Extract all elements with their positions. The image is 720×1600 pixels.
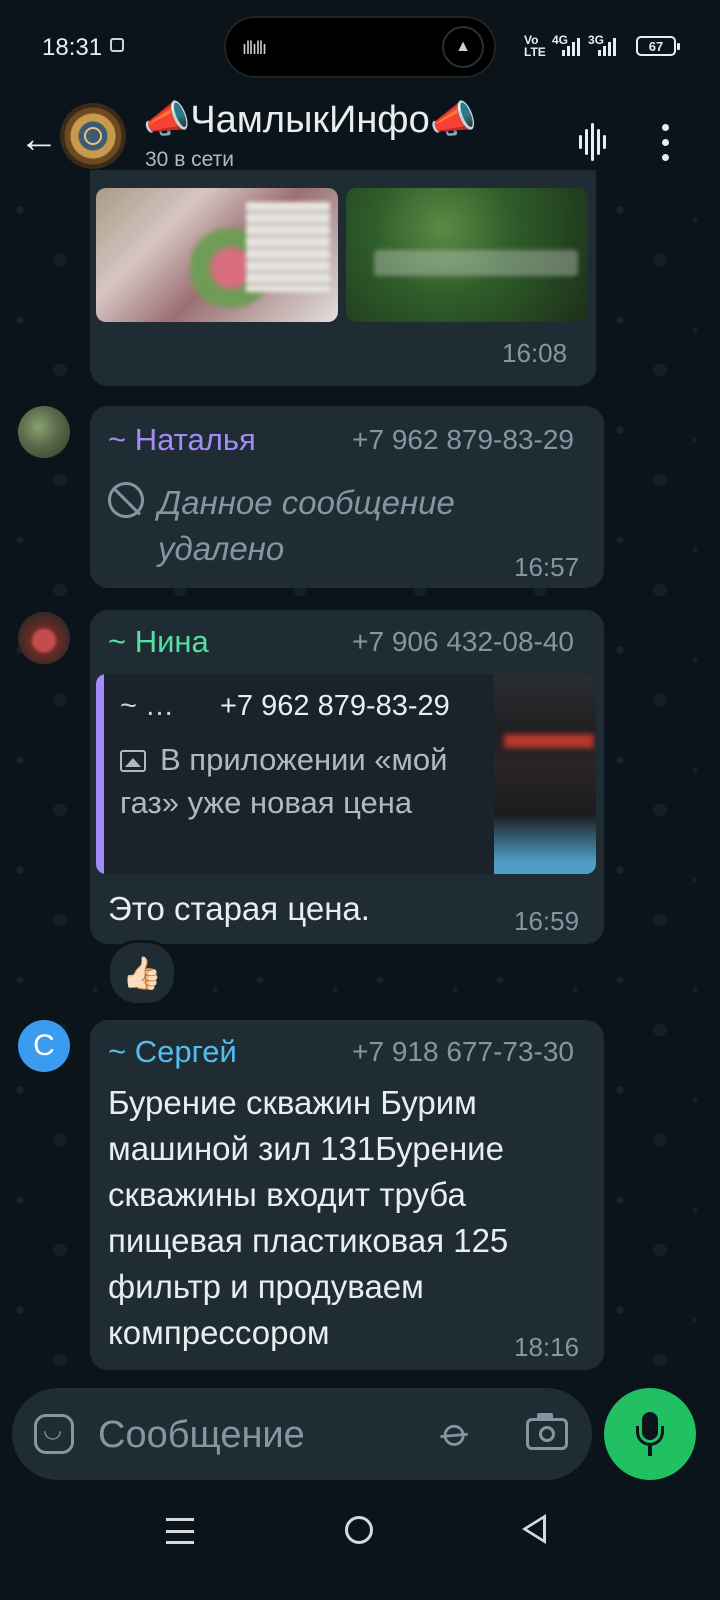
sender-phone: +7 962 879-83-29 xyxy=(352,424,574,455)
online-count[interactable]: 30 в сети xyxy=(145,148,234,172)
camera-icon[interactable] xyxy=(526,1413,568,1450)
chat-title[interactable]: 📣ЧамлыкИнфо📣 xyxy=(143,98,477,142)
avatar-letter: С xyxy=(33,1029,55,1062)
signal-icon xyxy=(562,38,580,56)
paperclip-icon[interactable]: ⌀ xyxy=(432,1408,480,1459)
recents-icon[interactable] xyxy=(166,1518,194,1544)
volte-label: Vo LTE xyxy=(524,33,546,59)
quote-text: В приложении «мой газ» уже новая цена xyxy=(120,738,480,824)
quote-phone: +7 962 879-83-29 xyxy=(220,690,450,722)
message-input[interactable] xyxy=(96,1408,430,1462)
quote-thumbnail xyxy=(494,674,596,874)
sender-phone: +7 906 432-08-40 xyxy=(352,626,574,657)
quote-accent-bar xyxy=(96,674,104,874)
avatar[interactable]: С xyxy=(18,1020,70,1072)
avatar[interactable] xyxy=(18,612,70,664)
voice-record-button[interactable] xyxy=(604,1388,696,1480)
message-sergey: ~ Сергей +7 918 677-73-30 Бурение скважи… xyxy=(90,1020,604,1370)
message-composer: ⌀ xyxy=(12,1388,592,1480)
sender-name[interactable]: ~ Наталья xyxy=(108,422,256,458)
back-arrow-icon[interactable]: ← xyxy=(14,114,64,164)
quoted-message[interactable]: ~ … +7 962 879-83-29 В приложении «мой г… xyxy=(96,674,596,874)
status-time: 18:31 xyxy=(42,34,103,61)
voice-chat-icon[interactable] xyxy=(566,116,618,168)
blocked-icon xyxy=(108,482,144,518)
screenshot-icon xyxy=(110,38,124,52)
microphone-icon xyxy=(628,1410,672,1458)
battery-icon: 67 xyxy=(636,36,680,56)
back-triangle-icon[interactable] xyxy=(522,1514,546,1544)
message-time: 16:08 xyxy=(502,338,568,368)
sender-phone: +7 918 677-73-30 xyxy=(352,1036,574,1067)
image-icon xyxy=(120,750,146,772)
signal-icon-2 xyxy=(598,38,616,56)
message-nina: ~ Нина +7 906 432-08-40 ~ … +7 962 879-8… xyxy=(90,610,604,944)
message-text: Бурение скважин Бурим машиной зил 131Бур… xyxy=(108,1084,509,1351)
sticker-icon[interactable] xyxy=(34,1414,74,1454)
triangle-icon: ▲ xyxy=(442,26,484,68)
message-time: 16:57 xyxy=(514,552,580,582)
sender-name[interactable]: ~ Нина xyxy=(108,624,209,660)
message-time: 16:59 xyxy=(514,906,580,936)
group-avatar[interactable] xyxy=(60,103,126,169)
reaction-thumbs-up[interactable]: 👍🏻 xyxy=(107,940,177,1006)
avatar[interactable] xyxy=(18,406,70,458)
media-message: 16:08 xyxy=(90,170,596,386)
quote-sender: ~ … xyxy=(120,690,174,722)
home-icon[interactable] xyxy=(345,1516,373,1544)
thumbs-up-icon: 👍🏻 xyxy=(122,955,162,991)
message-time: 18:16 xyxy=(514,1332,580,1362)
sender-name[interactable]: ~ Сергей xyxy=(108,1034,237,1070)
system-nav-bar xyxy=(0,1490,720,1600)
message-natalya: ~ Наталья +7 962 879-83-29 Данное сообще… xyxy=(90,406,604,588)
media-thumbnail[interactable] xyxy=(346,188,588,322)
audio-wave-icon: ıllıllı xyxy=(242,38,267,58)
quote-text-body: В приложении «мой газ» уже новая цена xyxy=(120,742,448,820)
status-bar: 18:31 ıllıllı ▲ Vo LTE 4G 3G 67 xyxy=(0,0,720,92)
message-text: Это старая цена. xyxy=(108,890,370,927)
dynamic-island: ıllıllı ▲ xyxy=(224,16,496,78)
battery-level: 67 xyxy=(648,38,664,54)
deleted-message-text: Данное сообщение удалено xyxy=(158,484,455,567)
media-thumbnail[interactable] xyxy=(96,188,338,322)
more-options-icon[interactable] xyxy=(650,116,680,168)
